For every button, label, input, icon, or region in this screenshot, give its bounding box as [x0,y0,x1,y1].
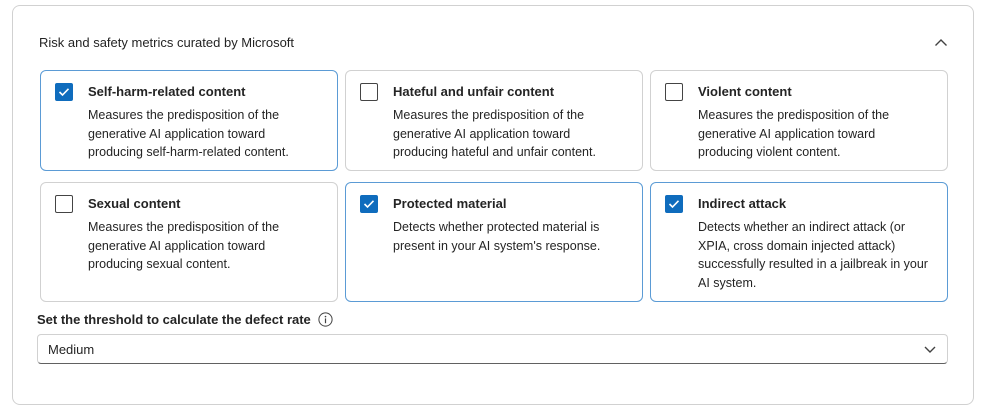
chevron-down-icon [923,342,937,356]
metric-description: Detects whether an indirect attack (or X… [698,220,928,290]
metric-card-hateful[interactable]: Hateful and unfair content Measures the … [345,70,643,171]
checkbox[interactable] [360,83,378,101]
metric-title: Violent content [698,84,792,99]
metric-title: Protected material [393,196,507,211]
checkmark-icon [363,200,375,209]
metric-card-indirect-attack[interactable]: Indirect attack Detects whether an indir… [650,182,948,302]
metric-card-violent[interactable]: Violent content Measures the predisposit… [650,70,948,171]
threshold-label: Set the threshold to calculate the defec… [37,312,333,327]
section-title: Risk and safety metrics curated by Micro… [39,35,295,50]
info-icon[interactable] [318,312,333,327]
checkbox[interactable] [665,195,683,213]
metric-description: Measures the predisposition of the gener… [393,108,596,159]
checkbox[interactable] [360,195,378,213]
metric-description: Measures the predisposition of the gener… [698,108,890,159]
dropdown-selected-value: Medium [48,342,95,357]
metric-card-self-harm[interactable]: Self-harm-related content Measures the p… [40,70,338,171]
metric-card-sexual[interactable]: Sexual content Measures the predispositi… [40,182,338,302]
checkmark-icon [58,88,70,97]
collapse-button[interactable] [931,32,951,52]
chevron-up-icon [935,38,947,46]
checkbox[interactable] [665,83,683,101]
checkmark-icon [668,200,680,209]
metric-description: Detects whether protected material is pr… [393,220,601,253]
checkbox[interactable] [55,195,73,213]
threshold-dropdown[interactable]: Medium [37,334,948,364]
metric-card-protected-material[interactable]: Protected material Detects whether prote… [345,182,643,302]
metric-title: Sexual content [88,196,181,211]
metric-title: Self-harm-related content [88,84,246,99]
metric-description: Measures the predisposition of the gener… [88,108,289,159]
metric-title: Hateful and unfair content [393,84,555,99]
checkbox[interactable] [55,83,73,101]
threshold-label-text: Set the threshold to calculate the defec… [37,312,311,327]
metric-description: Measures the predisposition of the gener… [88,220,280,271]
metric-title: Indirect attack [698,196,787,211]
